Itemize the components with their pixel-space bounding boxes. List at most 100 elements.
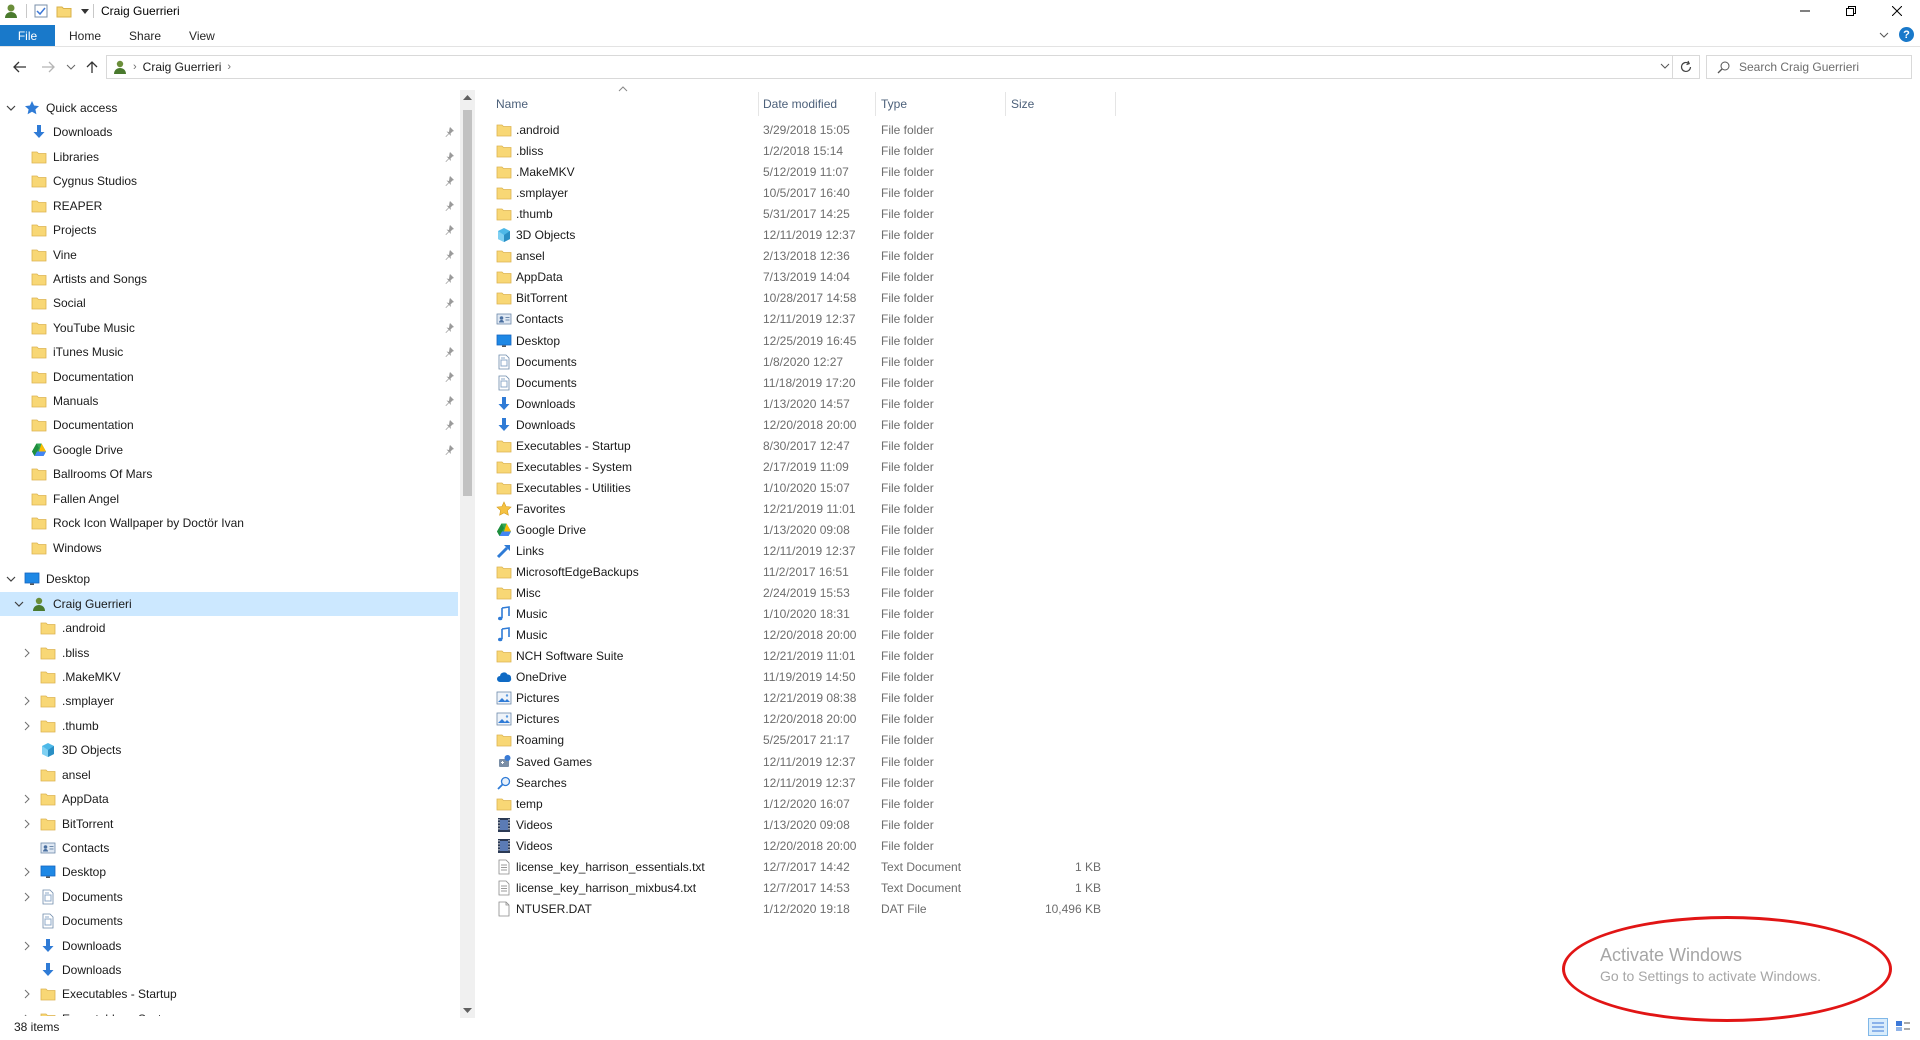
file-row-pictures[interactable]: Pictures 12/20/2018 20:00 File folder xyxy=(488,708,1118,729)
file-row-music[interactable]: Music 12/20/2018 20:00 File folder xyxy=(488,624,1118,645)
file-row-makemkv[interactable]: .MakeMKV 5/12/2019 11:07 File folder xyxy=(488,161,1118,182)
new-folder-icon[interactable] xyxy=(55,2,73,20)
nav-item-documents[interactable]: Documents xyxy=(0,885,458,909)
properties-icon[interactable] xyxy=(32,2,50,20)
nav-item-ballrooms-of-mars[interactable]: Ballrooms Of Mars xyxy=(0,462,458,486)
column-header-date-modified[interactable]: Date modified xyxy=(763,92,873,116)
nav-item-bittorrent[interactable]: BitTorrent xyxy=(0,812,458,836)
scroll-up-arrow-icon[interactable] xyxy=(463,94,472,100)
nav-item-executables-startup[interactable]: Executables - Startup xyxy=(0,982,458,1006)
back-button[interactable] xyxy=(12,59,28,75)
nav-item-desktop[interactable]: Desktop xyxy=(0,860,458,884)
forward-button[interactable] xyxy=(40,59,56,75)
nav-item-documents[interactable]: Documents xyxy=(0,909,458,933)
expand-chevron-right-icon[interactable] xyxy=(21,891,33,903)
nav-item-downloads[interactable]: Downloads xyxy=(0,120,458,144)
minimize-button[interactable] xyxy=(1782,0,1828,22)
file-row-nch-software-suite[interactable]: NCH Software Suite 12/21/2019 11:01 File f… xyxy=(488,645,1118,666)
file-row-microsoftedgebackups[interactable]: MicrosoftEdgeBackups 11/2/2017 16:51 File … xyxy=(488,561,1118,582)
details-view-button[interactable] xyxy=(1868,1018,1888,1036)
expand-chevron-right-icon[interactable] xyxy=(21,647,33,659)
nav-item-libraries[interactable]: Libraries xyxy=(0,145,458,169)
nav-item-vine[interactable]: Vine xyxy=(0,243,458,267)
nav-item-appdata[interactable]: AppData xyxy=(0,787,458,811)
nav-item-smplayer[interactable]: .smplayer xyxy=(0,689,458,713)
recent-locations-button[interactable] xyxy=(66,59,82,75)
file-row-thumb[interactable]: .thumb 5/31/2017 14:25 File folder xyxy=(488,203,1118,224)
file-row-bittorrent[interactable]: BitTorrent 10/28/2017 14:58 File folder xyxy=(488,287,1118,308)
chevron-right-icon[interactable]: › xyxy=(133,61,137,73)
column-header-name[interactable]: Name xyxy=(496,92,756,116)
nav-item-manuals[interactable]: Manuals xyxy=(0,389,458,413)
expand-chevron-down-icon[interactable] xyxy=(5,573,17,585)
user-folder-icon[interactable] xyxy=(2,2,20,20)
file-row-videos[interactable]: Videos 12/20/2018 20:00 File folder xyxy=(488,835,1118,856)
file-row-3d-objects[interactable]: 3D Objects 12/11/2019 12:37 File folder xyxy=(488,224,1118,245)
scroll-down-arrow-icon[interactable] xyxy=(463,1008,472,1014)
nav-item-artists-and-songs[interactable]: Artists and Songs xyxy=(0,267,458,291)
file-row-executables-startup[interactable]: Executables - Startup 8/30/2017 12:47 File… xyxy=(488,435,1118,456)
file-row-videos[interactable]: Videos 1/13/2020 09:08 File folder xyxy=(488,814,1118,835)
file-row-smplayer[interactable]: .smplayer 10/5/2017 16:40 File folder xyxy=(488,182,1118,203)
file-row-ansel[interactable]: ansel 2/13/2018 12:36 File folder xyxy=(488,245,1118,266)
help-icon[interactable]: ? xyxy=(1899,27,1914,42)
file-row-documents[interactable]: Documents 1/8/2020 12:27 File folder xyxy=(488,351,1118,372)
column-divider[interactable] xyxy=(1115,92,1116,116)
column-header-type[interactable]: Type xyxy=(881,92,1001,116)
nav-pane-scrollbar[interactable] xyxy=(460,90,475,1018)
nav-item-downloads[interactable]: Downloads xyxy=(0,934,458,958)
nav-item-google-drive[interactable]: Google Drive xyxy=(0,438,458,462)
file-row-bliss[interactable]: .bliss 1/2/2018 15:14 File folder xyxy=(488,140,1118,161)
address-bar[interactable]: › Craig Guerrieri › xyxy=(106,55,1700,79)
file-row-executables-utilities[interactable]: Executables - Utilities 1/10/2020 15:07 Fi… xyxy=(488,477,1118,498)
nav-item-thumb[interactable]: .thumb xyxy=(0,714,458,738)
nav-quick-access[interactable]: Quick access xyxy=(0,96,458,120)
file-row-ntuser-dat[interactable]: NTUSER.DAT 1/12/2020 19:18 DAT File 10,496 … xyxy=(488,898,1118,919)
file-row-searches[interactable]: Searches 12/11/2019 12:37 File folder xyxy=(488,772,1118,793)
expand-chevron-right-icon[interactable] xyxy=(21,720,33,732)
address-location[interactable]: Craig Guerrieri xyxy=(143,60,222,74)
file-row-favorites[interactable]: Favorites 12/21/2019 11:01 File folder xyxy=(488,498,1118,519)
file-row-contacts[interactable]: Contacts 12/11/2019 12:37 File folder xyxy=(488,308,1118,329)
file-row-downloads[interactable]: Downloads 1/13/2020 14:57 File folder xyxy=(488,393,1118,414)
nav-item-executables-system[interactable]: Executables - System xyxy=(0,1007,458,1016)
file-row-google-drive[interactable]: Google Drive 1/13/2020 09:08 File folder xyxy=(488,519,1118,540)
column-divider[interactable] xyxy=(758,92,759,116)
file-row-documents[interactable]: Documents 11/18/2019 17:20 File folder xyxy=(488,372,1118,393)
file-row-misc[interactable]: Misc 2/24/2019 15:53 File folder xyxy=(488,582,1118,603)
nav-item-makemkv[interactable]: .MakeMKV xyxy=(0,665,458,689)
nav-item-3d-objects[interactable]: 3D Objects xyxy=(0,738,458,762)
nav-item-ansel[interactable]: ansel xyxy=(0,763,458,787)
nav-item-android[interactable]: .android xyxy=(0,616,458,640)
expand-chevron-right-icon[interactable] xyxy=(21,793,33,805)
column-divider[interactable] xyxy=(1005,92,1006,116)
file-row-temp[interactable]: temp 1/12/2020 16:07 File folder xyxy=(488,793,1118,814)
customize-quick-access-icon[interactable] xyxy=(80,6,90,16)
nav-item-youtube-music[interactable]: YouTube Music xyxy=(0,316,458,340)
nav-item-documentation[interactable]: Documentation xyxy=(0,365,458,389)
address-history-button[interactable] xyxy=(1659,60,1671,72)
expand-ribbon-button[interactable] xyxy=(1879,30,1889,40)
expand-chevron-right-icon[interactable] xyxy=(21,866,33,878)
expand-chevron-right-icon[interactable] xyxy=(21,940,33,952)
expand-chevron-down-icon[interactable] xyxy=(5,102,17,114)
scrollbar-thumb[interactable] xyxy=(463,110,472,496)
nav-item-reaper[interactable]: REAPER xyxy=(0,194,458,218)
nav-item-windows[interactable]: Windows xyxy=(0,536,458,560)
chevron-right-icon[interactable]: › xyxy=(227,61,231,73)
expand-chevron-right-icon[interactable] xyxy=(21,988,33,1000)
file-row-license-key-harrison-mixbus4-txt[interactable]: license_key_harrison_mixbus4.txt 12/7/201… xyxy=(488,877,1118,898)
nav-item-downloads[interactable]: Downloads xyxy=(0,958,458,982)
tab-view[interactable]: View xyxy=(175,25,229,46)
file-row-pictures[interactable]: Pictures 12/21/2019 08:38 File folder xyxy=(488,687,1118,708)
nav-item-projects[interactable]: Projects xyxy=(0,218,458,242)
nav-user-folder[interactable]: Craig Guerrieri xyxy=(0,592,458,616)
file-row-android[interactable]: .android 3/29/2018 15:05 File folder xyxy=(488,119,1118,140)
close-button[interactable] xyxy=(1874,0,1920,22)
file-row-executables-system[interactable]: Executables - System 2/17/2019 11:09 File … xyxy=(488,456,1118,477)
search-box[interactable]: Search Craig Guerrieri xyxy=(1706,55,1912,79)
nav-item-documentation[interactable]: Documentation xyxy=(0,413,458,437)
nav-item-itunes-music[interactable]: iTunes Music xyxy=(0,340,458,364)
file-row-saved-games[interactable]: Saved Games 12/11/2019 12:37 File folder xyxy=(488,751,1118,772)
column-divider[interactable] xyxy=(875,92,876,116)
